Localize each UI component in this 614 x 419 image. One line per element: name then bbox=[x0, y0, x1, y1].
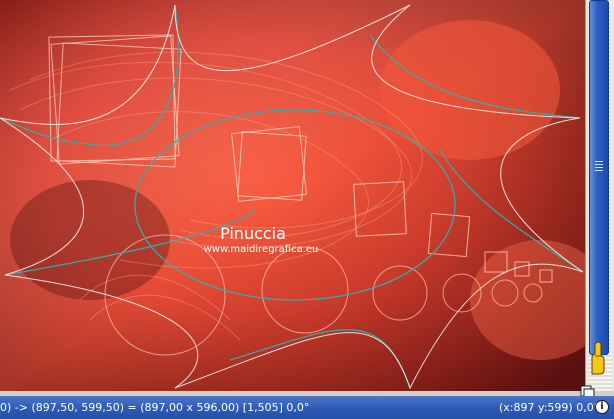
cursor-position: (x:897 y:599) 0,0° bbox=[499, 401, 600, 414]
scrollbar-grip bbox=[595, 161, 603, 171]
info-icon[interactable]: i bbox=[595, 400, 609, 414]
watermark-url: www.maidiregrafica.eu bbox=[204, 244, 319, 255]
image-canvas[interactable]: Pinuccia www.maidiregrafica.eu bbox=[0, 0, 585, 391]
selection-info: 0) -> (897,50, 599,50) = (897,00 x 596,0… bbox=[0, 401, 310, 414]
scrollbar-thumb[interactable] bbox=[589, 0, 609, 355]
watermark-title: Pinuccia bbox=[220, 224, 286, 243]
pan-hand-cursor-icon bbox=[591, 341, 605, 375]
vertical-scrollbar[interactable] bbox=[585, 0, 614, 391]
canvas-image: Pinuccia www.maidiregrafica.eu bbox=[0, 0, 585, 391]
status-bar: 0) -> (897,50, 599,50) = (897,00 x 596,0… bbox=[0, 396, 614, 419]
